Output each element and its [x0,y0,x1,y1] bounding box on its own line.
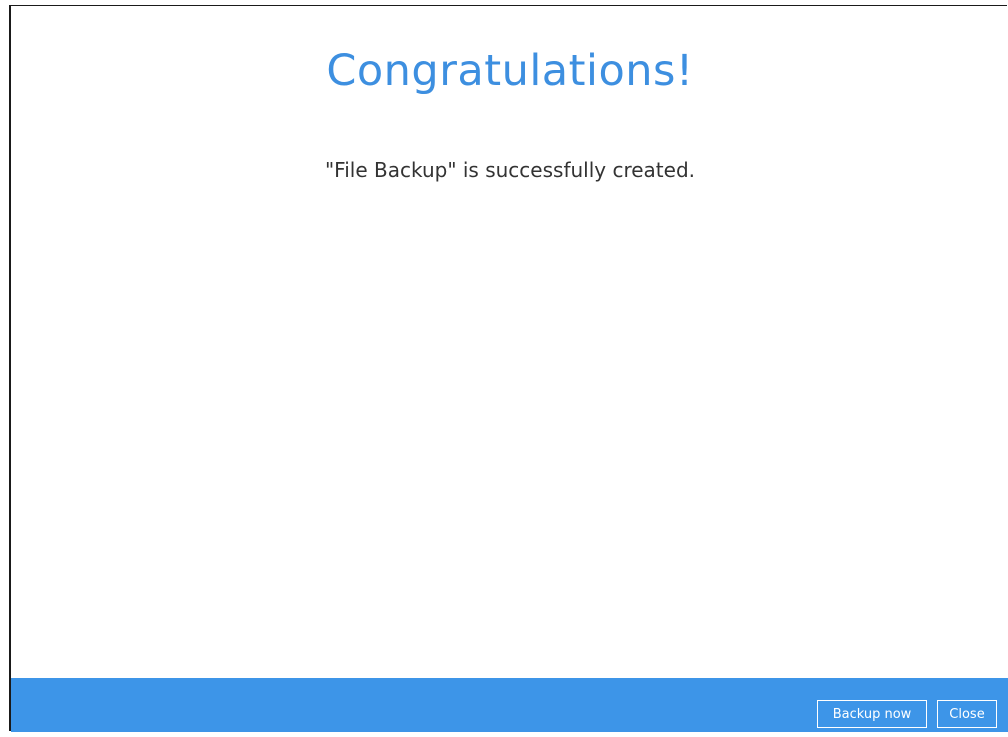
success-message: "File Backup" is successfully created. [324,158,696,182]
completion-dialog: Congratulations! "File Backup" is succes… [9,5,1008,732]
dialog-title: Congratulations! [326,46,694,96]
close-button[interactable]: Close [937,700,997,728]
backup-now-button[interactable]: Backup now [817,700,927,728]
dialog-footer: Backup now Close [11,678,1008,732]
